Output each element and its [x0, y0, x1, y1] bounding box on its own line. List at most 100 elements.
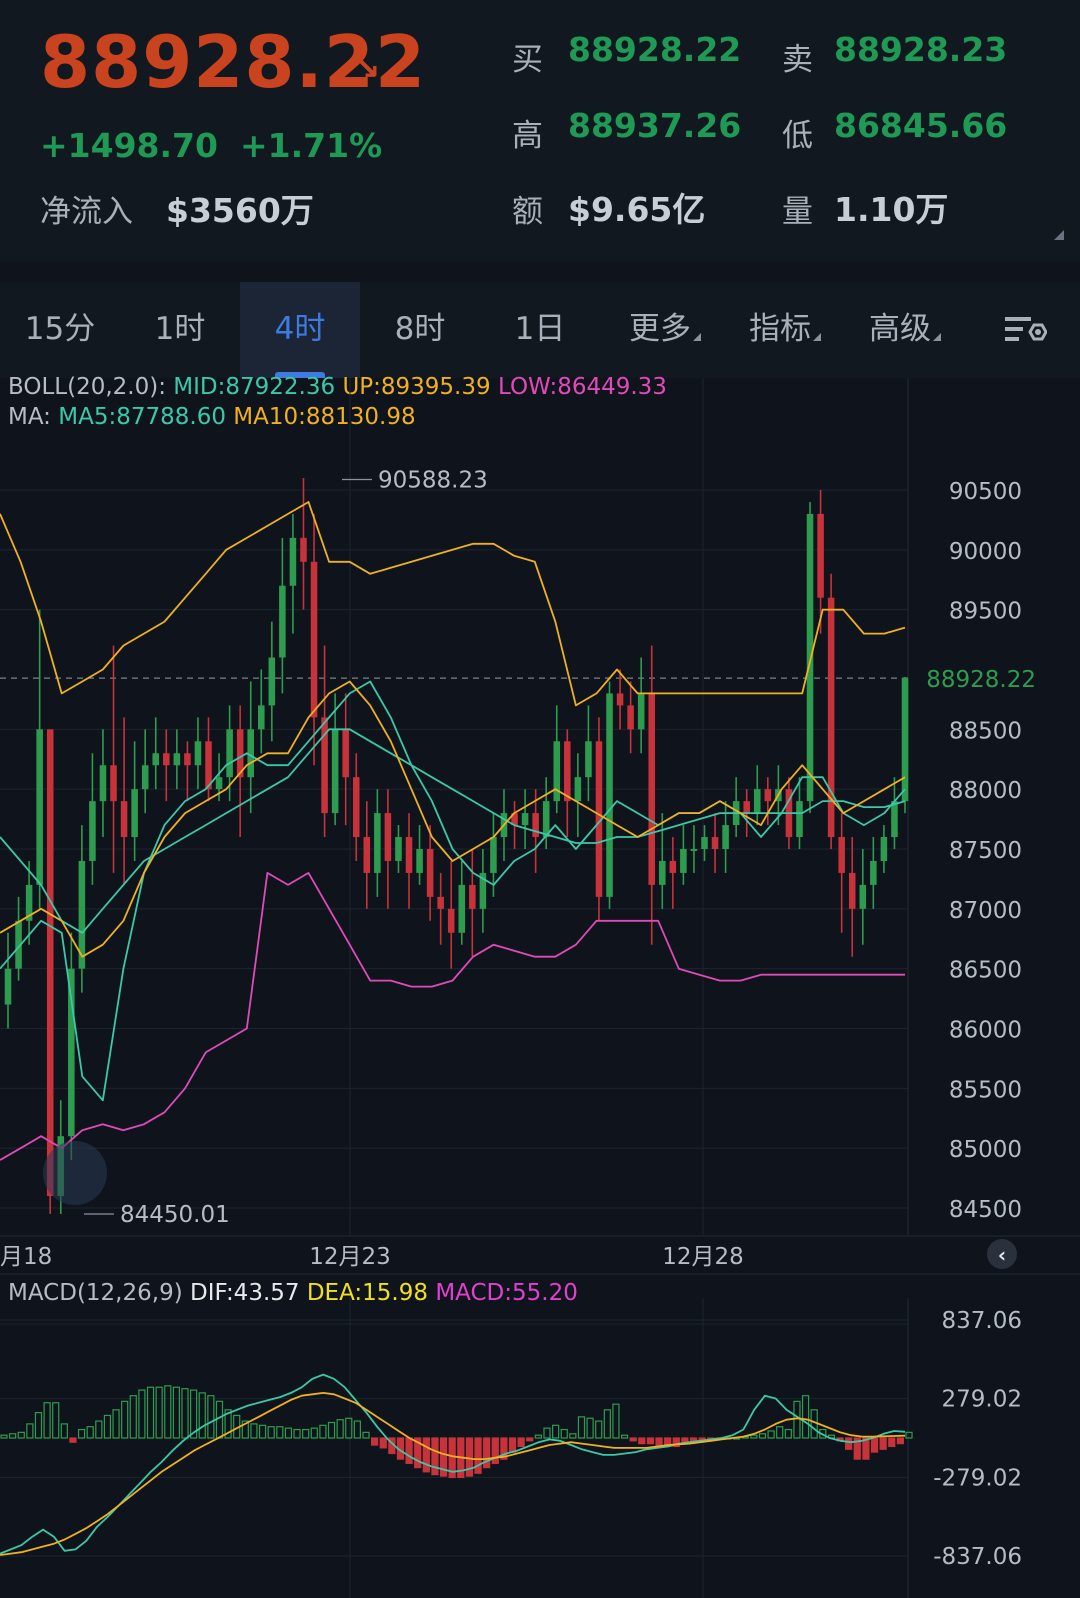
netflow-label: 净流入	[40, 194, 133, 230]
candle-body	[838, 837, 845, 873]
tab-4h[interactable]: 4时	[240, 282, 360, 378]
macd-histogram-bar	[336, 1419, 344, 1439]
candle-body	[131, 789, 138, 838]
ask-label: 卖	[782, 42, 813, 78]
macd-histogram-bar	[0, 1434, 8, 1439]
candle-body	[574, 777, 582, 802]
candlestick-chart[interactable]: 90500 90000 89500 88928.22 88500 88000 87500 87…	[0, 378, 1080, 1296]
y-tick-label: 279.02	[942, 1387, 1022, 1413]
tab-advanced[interactable]: 高级	[845, 282, 965, 378]
macd-histogram-bar	[258, 1424, 267, 1439]
macd-histogram-bar	[155, 1386, 163, 1439]
candle-body	[701, 837, 708, 849]
tab-1d[interactable]: 1日	[480, 282, 600, 378]
y-tick-label: 89500	[949, 599, 1022, 625]
candle-body	[764, 789, 772, 802]
high-marker-label: 90588.23	[378, 467, 488, 493]
low-marker-label: 84450.01	[120, 1202, 230, 1228]
macd-histogram-bar	[112, 1409, 120, 1439]
macd-histogram-bar	[526, 1437, 534, 1442]
x-tick-label: 12月28	[662, 1244, 744, 1270]
y-tick-label: 90000	[949, 539, 1022, 565]
macd-histogram-bar	[103, 1414, 112, 1439]
candle-body	[257, 705, 265, 730]
candle-body	[416, 849, 423, 873]
y-tick-label: 88000	[949, 778, 1022, 804]
candle-body	[542, 801, 550, 838]
candle-body	[447, 908, 455, 933]
macd-histogram-bar	[638, 1437, 646, 1445]
y-tick-label: 86500	[949, 958, 1022, 984]
macd-histogram-bar	[793, 1400, 801, 1439]
candle-body	[163, 753, 170, 766]
macd-histogram-bar	[95, 1420, 103, 1439]
macd-histogram-bar	[508, 1437, 517, 1453]
macd-histogram-bar	[767, 1430, 775, 1439]
macd-histogram-bar	[362, 1431, 370, 1439]
candle-body	[437, 896, 444, 909]
macd-chart[interactable]: 837.06 279.02 -279.02 -837.06	[0, 1298, 1080, 1598]
candle-body	[120, 801, 128, 838]
candle-body	[184, 753, 191, 766]
down-right-arrow-icon: ↘	[352, 48, 381, 88]
macd-histogram-bar	[181, 1388, 189, 1439]
low-value: 86845.66	[834, 106, 1008, 145]
macd-histogram-bar	[629, 1437, 637, 1442]
candle-body	[374, 813, 381, 873]
dropdown-corner-icon	[933, 333, 941, 341]
candle-body	[194, 741, 202, 766]
macd-histogram-bar	[888, 1437, 896, 1448]
candle-body	[564, 741, 571, 802]
macd-histogram-bar	[284, 1427, 293, 1439]
macd-histogram-bar	[422, 1437, 430, 1473]
candle-body	[743, 801, 750, 814]
macd-histogram-bar	[34, 1412, 43, 1439]
chart-settings-icon[interactable]	[985, 282, 1065, 378]
macd-histogram-bar	[405, 1437, 413, 1464]
candle-body	[648, 693, 656, 885]
tab-8h[interactable]: 8时	[360, 282, 480, 378]
macd-histogram-bar	[198, 1392, 206, 1439]
macd-histogram-bar	[689, 1437, 698, 1442]
macd-histogram-bar	[465, 1437, 474, 1477]
quote-header: 88928.22 ↘ +1498.70 +1.71% 净流入 $3560万 买 …	[0, 0, 1080, 262]
tab-1h[interactable]: 1时	[120, 282, 240, 378]
y-tick-label: 84500	[949, 1197, 1022, 1223]
macd-histogram-bar	[595, 1420, 603, 1439]
macd-histogram-bar	[26, 1423, 34, 1439]
macd-histogram-bar	[750, 1434, 758, 1439]
x-tick-label: 12月23	[309, 1244, 391, 1270]
candle-body	[152, 753, 160, 766]
macd-histogram-bar	[353, 1420, 361, 1439]
macd-histogram-bar	[577, 1416, 586, 1439]
dropdown-corner-icon	[813, 333, 821, 341]
macd-histogram-bar	[483, 1437, 491, 1469]
candle-body	[669, 860, 677, 873]
candle-body	[342, 729, 349, 778]
candle-body	[384, 813, 392, 861]
candle-body	[395, 837, 402, 861]
macd-histogram-bar	[474, 1437, 482, 1474]
candle-body	[426, 849, 434, 897]
candle-body	[585, 741, 592, 778]
interval-tabs: 15分 1时 4时 8时 1日 更多 指标 高级	[0, 282, 1080, 378]
tab-more[interactable]: 更多	[605, 282, 725, 378]
candle-body	[46, 729, 54, 1197]
floating-handle	[43, 1141, 107, 1205]
tab-15m[interactable]: 15分	[0, 282, 120, 378]
netflow-value: $3560万	[166, 191, 314, 230]
expand-corner-icon[interactable]	[1054, 230, 1064, 240]
amount-label: 额	[512, 194, 543, 230]
tab-indicators[interactable]: 指标	[725, 282, 845, 378]
candle-body	[806, 513, 814, 802]
macd-histogram-bar	[371, 1437, 379, 1446]
candle-body	[458, 884, 466, 933]
macd-histogram-bar	[17, 1431, 25, 1439]
macd-histogram-bar	[905, 1431, 913, 1439]
bid-label: 买	[512, 42, 543, 78]
candle-body	[521, 813, 529, 826]
macd-histogram-bar	[379, 1437, 387, 1449]
y-tick-label: 86000	[949, 1018, 1022, 1044]
x-tick-label: 月18	[0, 1244, 52, 1270]
y-tick-label: 837.06	[942, 1308, 1022, 1334]
